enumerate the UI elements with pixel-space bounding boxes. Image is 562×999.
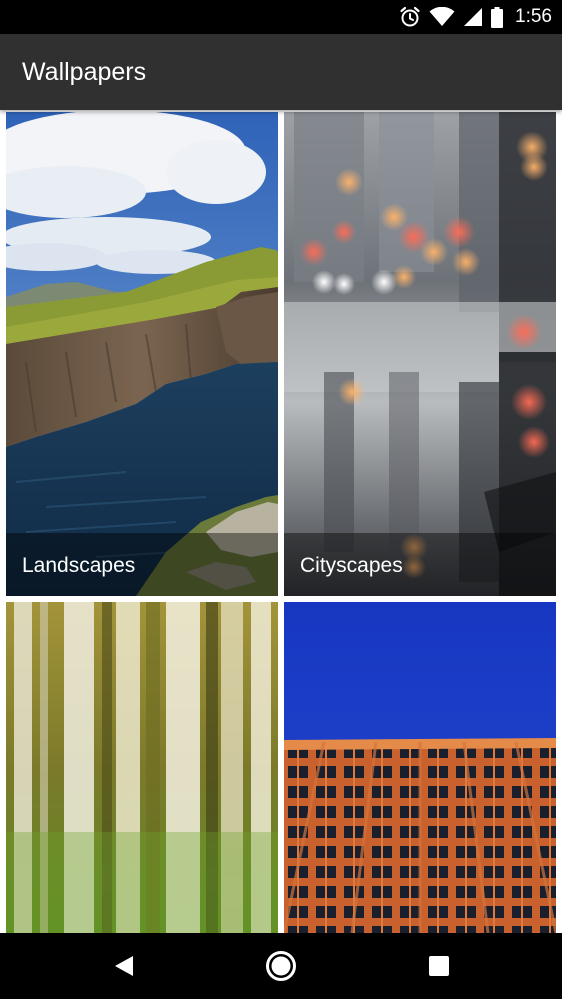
alarm-icon (400, 6, 420, 27)
category-label: Cityscapes (300, 554, 403, 577)
status-icons: 1:56 (399, 0, 552, 34)
wallpaper-category-grid: Landscapes Cityscapes (0, 110, 562, 933)
recents-icon (429, 956, 449, 976)
back-button[interactable] (84, 933, 164, 999)
home-icon (266, 951, 296, 981)
back-icon (115, 956, 133, 976)
category-tile-landscapes[interactable]: Landscapes (6, 112, 278, 596)
wifi-icon (429, 7, 455, 26)
navigation-bar (0, 933, 562, 999)
status-time: 1:56 (515, 6, 552, 27)
category-tile-architecture[interactable] (284, 602, 556, 933)
sea-cliff-landscape-image (6, 112, 278, 596)
category-tile-forest[interactable] (6, 602, 278, 933)
battery-icon (491, 6, 504, 28)
blurred-birch-forest-image (6, 602, 278, 933)
rainy-city-street-image (284, 112, 556, 596)
status-bar: 1:56 (0, 0, 562, 34)
page-title: Wallpapers (22, 58, 147, 86)
app-bar: Wallpapers (0, 34, 562, 110)
recents-button[interactable] (399, 933, 479, 999)
cell-signal-icon (464, 8, 483, 26)
orange-building-facade-image (284, 602, 556, 933)
category-tile-cityscapes[interactable]: Cityscapes (284, 112, 556, 596)
category-label: Landscapes (22, 554, 136, 577)
home-button[interactable] (241, 933, 321, 999)
